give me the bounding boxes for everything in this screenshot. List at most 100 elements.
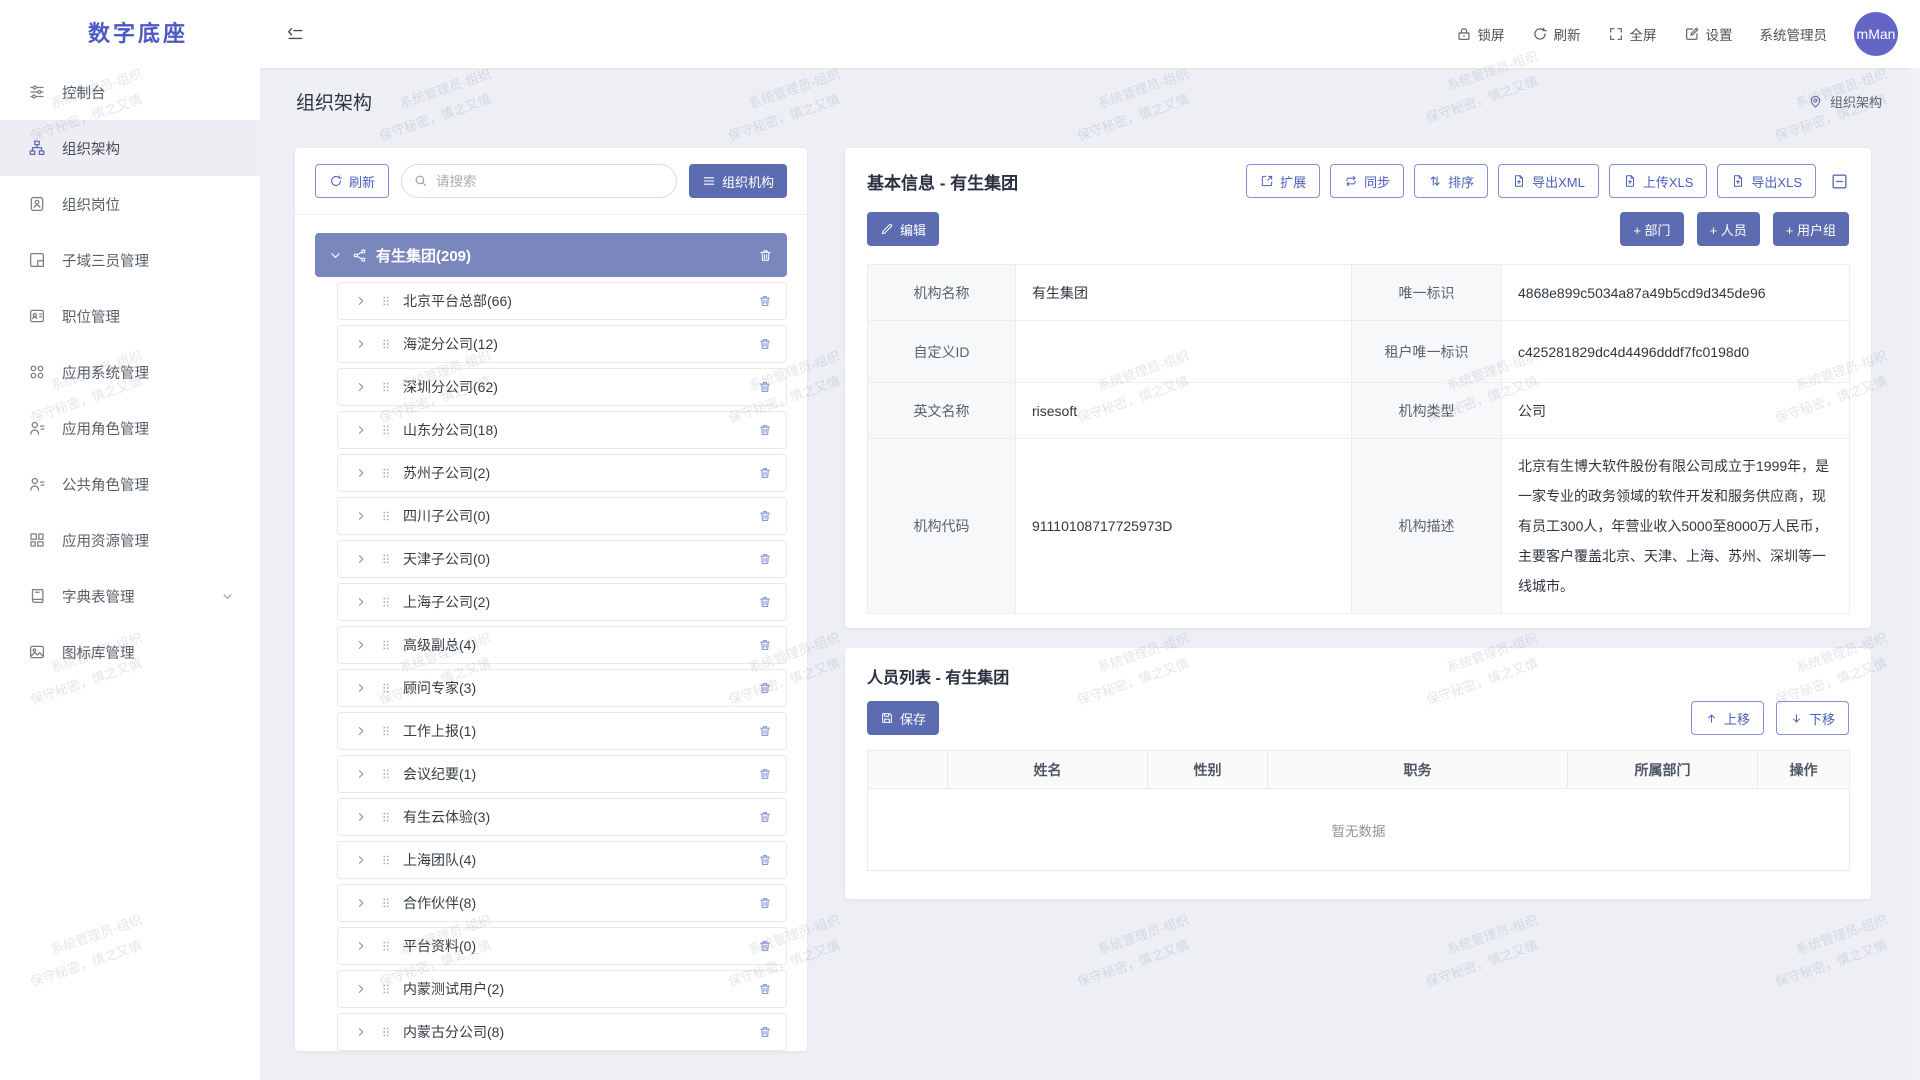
delete-icon[interactable] [758, 248, 773, 263]
sidebar-item-public-role[interactable]: 公共角色管理 [0, 456, 260, 512]
delete-icon[interactable] [758, 595, 772, 609]
drag-handle-icon[interactable] [379, 810, 393, 824]
expand-button[interactable]: 扩展 [1246, 164, 1320, 198]
drag-handle-icon[interactable] [379, 552, 393, 566]
delete-icon[interactable] [758, 509, 772, 523]
tree-item[interactable]: 上海子公司(2) [337, 583, 787, 621]
tree-item[interactable]: 工作上报(1) [337, 712, 787, 750]
sidebar-item-position-mgmt[interactable]: 职位管理 [0, 288, 260, 344]
tree-item[interactable]: 顾问专家(3) [337, 669, 787, 707]
add-department-button[interactable]: + 部门 [1620, 212, 1683, 246]
refresh-button[interactable]: 刷新 [1532, 24, 1581, 44]
menu-fold-icon[interactable] [286, 25, 305, 44]
chevron-right-icon[interactable] [355, 467, 367, 479]
drag-handle-icon[interactable] [379, 853, 393, 867]
chevron-right-icon[interactable] [355, 854, 367, 866]
delete-icon[interactable] [758, 810, 772, 824]
sidebar-item-icon-lib[interactable]: 图标库管理 [0, 624, 260, 680]
tree-item[interactable]: 海淀分公司(12) [337, 325, 787, 363]
drag-handle-icon[interactable] [379, 595, 393, 609]
add-user-group-button[interactable]: + 用户组 [1773, 212, 1849, 246]
sidebar-item-subdomain-admin[interactable]: 子域三员管理 [0, 232, 260, 288]
tree-root-node[interactable]: 有生集团(209) [315, 233, 787, 277]
delete-icon[interactable] [758, 638, 772, 652]
drag-handle-icon[interactable] [379, 294, 393, 308]
avatar[interactable]: mMan [1854, 12, 1898, 56]
chevron-right-icon[interactable] [355, 424, 367, 436]
tree-item[interactable]: 合作伙伴(8) [337, 884, 787, 922]
collapse-panel-icon[interactable] [1830, 172, 1849, 191]
sidebar-item-app-resource[interactable]: 应用资源管理 [0, 512, 260, 568]
fullscreen-button[interactable]: 全屏 [1608, 24, 1657, 44]
sidebar-item-app-role[interactable]: 应用角色管理 [0, 400, 260, 456]
move-down-button[interactable]: 下移 [1776, 701, 1849, 735]
sidebar-item-dict-table[interactable]: 字典表管理 [0, 568, 260, 624]
drag-handle-icon[interactable] [379, 1025, 393, 1039]
tree-item[interactable]: 内蒙古分公司(8) [337, 1013, 787, 1051]
chevron-right-icon[interactable] [355, 1026, 367, 1038]
delete-icon[interactable] [758, 982, 772, 996]
tree-item[interactable]: 内蒙测试用户(2) [337, 970, 787, 1008]
page-scrollbar[interactable] [1910, 68, 1920, 1080]
export-xls-button[interactable]: 导出XLS [1717, 164, 1816, 198]
drag-handle-icon[interactable] [379, 982, 393, 996]
tree-item[interactable]: 四川子公司(0) [337, 497, 787, 535]
chevron-right-icon[interactable] [355, 725, 367, 737]
upload-xls-button[interactable]: 上传XLS [1609, 164, 1708, 198]
delete-icon[interactable] [758, 552, 772, 566]
tree-item[interactable]: 深圳分公司(62) [337, 368, 787, 406]
tree-item[interactable]: 山东分公司(18) [337, 411, 787, 449]
tree-item[interactable]: 高级副总(4) [337, 626, 787, 664]
export-xml-button[interactable]: 导出XML [1498, 164, 1599, 198]
chevron-right-icon[interactable] [355, 596, 367, 608]
drag-handle-icon[interactable] [379, 423, 393, 437]
tree-search-input[interactable] [401, 164, 677, 198]
delete-icon[interactable] [758, 337, 772, 351]
edit-button[interactable]: 编辑 [867, 212, 939, 246]
sort-button[interactable]: 排序 [1414, 164, 1488, 198]
drag-handle-icon[interactable] [379, 767, 393, 781]
drag-handle-icon[interactable] [379, 509, 393, 523]
drag-handle-icon[interactable] [379, 896, 393, 910]
drag-handle-icon[interactable] [379, 466, 393, 480]
drag-handle-icon[interactable] [379, 681, 393, 695]
lock-screen-button[interactable]: 锁屏 [1456, 24, 1505, 44]
drag-handle-icon[interactable] [379, 638, 393, 652]
delete-icon[interactable] [758, 853, 772, 867]
delete-icon[interactable] [758, 681, 772, 695]
drag-handle-icon[interactable] [379, 724, 393, 738]
add-person-button[interactable]: + 人员 [1697, 212, 1760, 246]
current-user[interactable]: 系统管理员 [1760, 24, 1828, 44]
delete-icon[interactable] [758, 294, 772, 308]
tree-item[interactable]: 苏州子公司(2) [337, 454, 787, 492]
chevron-right-icon[interactable] [355, 897, 367, 909]
sidebar-item-app-system[interactable]: 应用系统管理 [0, 344, 260, 400]
tree-item[interactable]: 天津子公司(0) [337, 540, 787, 578]
delete-icon[interactable] [758, 767, 772, 781]
tree-item[interactable]: 北京平台总部(66) [337, 282, 787, 320]
chevron-right-icon[interactable] [355, 381, 367, 393]
delete-icon[interactable] [758, 1025, 772, 1039]
org-structure-button[interactable]: 组织机构 [689, 164, 787, 198]
drag-handle-icon[interactable] [379, 380, 393, 394]
tree-refresh-button[interactable]: 刷新 [315, 164, 389, 198]
chevron-right-icon[interactable] [355, 553, 367, 565]
tree-item[interactable]: 会议纪要(1) [337, 755, 787, 793]
settings-button[interactable]: 设置 [1684, 24, 1733, 44]
tree-item[interactable]: 平台资料(0) [337, 927, 787, 965]
tree-item[interactable]: 上海团队(4) [337, 841, 787, 879]
delete-icon[interactable] [758, 724, 772, 738]
tree-item[interactable]: 有生云体验(3) [337, 798, 787, 836]
sidebar-item-org-structure[interactable]: 组织架构 [0, 120, 260, 176]
drag-handle-icon[interactable] [379, 337, 393, 351]
chevron-down-icon[interactable] [329, 249, 342, 262]
delete-icon[interactable] [758, 423, 772, 437]
delete-icon[interactable] [758, 939, 772, 953]
chevron-right-icon[interactable] [355, 295, 367, 307]
chevron-right-icon[interactable] [355, 338, 367, 350]
save-button[interactable]: 保存 [867, 701, 939, 735]
move-up-button[interactable]: 上移 [1691, 701, 1764, 735]
sidebar-item-console[interactable]: 控制台 [0, 64, 260, 120]
chevron-right-icon[interactable] [355, 639, 367, 651]
delete-icon[interactable] [758, 466, 772, 480]
